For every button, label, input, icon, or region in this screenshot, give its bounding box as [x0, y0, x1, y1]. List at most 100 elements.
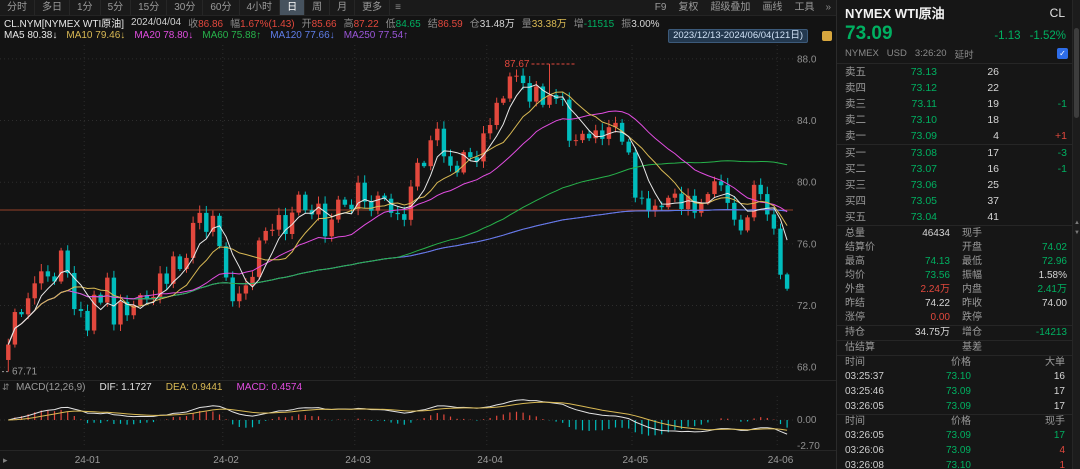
macd-collapse-icon[interactable]: ⇵ [2, 383, 10, 392]
tick-trade-row: 03:26:0873.101 [837, 458, 1072, 469]
symbol-info-bar: CL.NYM[NYMEX WTI原油] 2024/04/04 收86.86幅1.… [0, 16, 840, 29]
period-tab-日[interactable]: 日 [280, 0, 305, 15]
quote-panel: NYMEX WTI原油 CL 73.09 -1.13 -1.52% NYMEX … [837, 0, 1072, 469]
more-menu-icon[interactable]: ≡ [390, 0, 406, 15]
svg-text:24-01: 24-01 [75, 455, 101, 466]
book-row-卖五[interactable]: 卖五73.1326 [837, 64, 1072, 80]
instrument-name: NYMEX WTI原油 [845, 3, 945, 22]
macd-dif-value: DIF: 1.1727 [99, 382, 151, 393]
svg-text:67.71: 67.71 [12, 367, 37, 378]
stat-开盘: 开盘 74.02 [962, 241, 1067, 255]
period-tab-60分[interactable]: 60分 [203, 0, 239, 15]
scroll-down-icon[interactable]: ▼ [1073, 229, 1080, 237]
book-row-卖二[interactable]: 卖二73.1018 [837, 112, 1072, 128]
stat-label: 增仓 [962, 326, 982, 340]
trade-volume: 4 [971, 443, 1065, 458]
book-volume-delta [999, 209, 1067, 225]
period-tab-多日[interactable]: 多日 [35, 0, 70, 15]
range-pin-icon[interactable] [822, 31, 832, 41]
book-volume-delta: -1 [999, 96, 1067, 112]
trade-time: 03:26:08 [845, 458, 909, 469]
trade-price: 73.09 [909, 399, 971, 414]
col-price: 价格 [909, 415, 971, 428]
stats-grid: 总量46434现手结算价开盘74.02最高74.13最低72.96均价73.56… [837, 225, 1072, 355]
stat-涨停: 涨停0.00 [845, 311, 962, 325]
stat-label: 结算价 [845, 241, 875, 255]
svg-text:24-05: 24-05 [623, 455, 649, 466]
macd-header: MACD(12,26,9) DIF: 1.1727 DEA: 0.9441 MA… [0, 381, 852, 394]
trade-price: 73.09 [909, 428, 971, 443]
book-level-label: 卖一 [845, 128, 885, 144]
period-tab-15分[interactable]: 15分 [131, 0, 167, 15]
info-field-低: 低84.65 [386, 15, 421, 30]
bar-date: 2024/04/04 [131, 17, 181, 28]
period-tab-30分[interactable]: 30分 [167, 0, 203, 15]
svg-text:84.0: 84.0 [797, 116, 817, 127]
book-level-label: 卖二 [845, 112, 885, 128]
trade-volume: 17 [971, 399, 1065, 414]
tool-画线[interactable]: 画线 [756, 0, 788, 15]
ma-value-MA10: MA10 79.46↓ [66, 30, 125, 41]
book-row-卖一[interactable]: 卖一73.094+1 [837, 128, 1072, 145]
trade-volume: 16 [971, 369, 1065, 384]
book-volume-delta: -3 [999, 145, 1067, 161]
stat-value: -14213 [1036, 326, 1067, 340]
svg-text:24-06: 24-06 [768, 455, 794, 466]
scrollbar-thumb[interactable] [1074, 28, 1079, 118]
svg-text:24-04: 24-04 [477, 455, 503, 466]
info-field-增: 增-11515 [574, 15, 614, 30]
book-row-买三[interactable]: 买三73.0625 [837, 177, 1072, 193]
book-volume: 16 [937, 161, 999, 177]
book-level-label: 买二 [845, 161, 885, 177]
period-tab-分时[interactable]: 分时 [0, 0, 35, 15]
tool-超级叠加[interactable]: 超级叠加 [704, 0, 756, 15]
vertical-scrollbar[interactable]: ▲ ▼ [1072, 0, 1080, 469]
panel-divider [836, 0, 837, 469]
book-price: 73.07 [885, 161, 937, 177]
trade-price: 73.10 [909, 369, 971, 384]
book-row-买一[interactable]: 买一73.0817-3 [837, 145, 1072, 161]
period-tab-5分[interactable]: 5分 [101, 0, 132, 15]
book-row-卖四[interactable]: 卖四73.1222 [837, 80, 1072, 96]
period-tab-更多[interactable]: 更多 [355, 0, 390, 15]
book-row-买二[interactable]: 买二73.0716-1 [837, 161, 1072, 177]
stats-row: 最高 74.13 最低 72.96 [837, 255, 1072, 269]
change-value: -1.13 [994, 30, 1020, 42]
big-trade-row: 03:26:0573.0917 [837, 399, 1072, 414]
stat-value: 72.96 [1042, 255, 1067, 269]
period-tabs: 分时多日1分5分15分30分60分4小时日周月更多 [0, 0, 390, 15]
stat-label: 最高 [845, 255, 865, 269]
tick-trade-row: 03:26:0673.094 [837, 443, 1072, 458]
trade-volume: 17 [971, 384, 1065, 399]
delay-info-icon[interactable]: ✓ [1057, 48, 1068, 59]
stat-label: 跌停 [962, 311, 982, 325]
period-tab-周[interactable]: 周 [305, 0, 330, 15]
stat-增仓: 增仓 -14213 [962, 326, 1067, 340]
svg-text:68.0: 68.0 [797, 363, 817, 374]
book-row-买四[interactable]: 买四73.0537 [837, 193, 1072, 209]
date-range-badge: 2023/12/13-2024/06/04(121日) [668, 29, 808, 43]
trade-volume: 1 [971, 458, 1065, 469]
tool-F9[interactable]: F9 [649, 0, 673, 15]
scroll-up-icon[interactable]: ▲ [1073, 219, 1080, 227]
timeline-expand-icon[interactable]: ▸ [3, 456, 8, 465]
stat-value: 74.13 [925, 255, 950, 269]
period-tab-4小时[interactable]: 4小时 [240, 0, 281, 15]
trading-terminal: 88.084.080.076.072.068.024-0124-0224-032… [0, 0, 1080, 469]
stats-row: 均价73.56振幅1.58% [837, 269, 1072, 283]
period-tab-月[interactable]: 月 [330, 0, 355, 15]
stat-label: 开盘 [962, 241, 982, 255]
col-price: 价格 [909, 356, 971, 369]
book-row-卖三[interactable]: 卖三73.1119-1 [837, 96, 1072, 112]
tool-复权[interactable]: 复权 [672, 0, 704, 15]
stat-label: 最低 [962, 255, 982, 269]
info-field-仓: 仓31.48万 [470, 15, 515, 30]
instrument-code: CL [1050, 6, 1068, 20]
period-tab-1分[interactable]: 1分 [70, 0, 101, 15]
stat-value: 74.02 [1042, 241, 1067, 255]
tool-工具[interactable]: 工具 [788, 0, 820, 15]
stat-label: 持仓 [845, 326, 865, 340]
candlestick-chart[interactable]: 88.084.080.076.072.068.024-0124-0224-032… [0, 0, 836, 469]
toolbar-overflow-icon[interactable]: » [820, 0, 836, 15]
book-row-买五[interactable]: 买五73.0441 [837, 209, 1072, 225]
